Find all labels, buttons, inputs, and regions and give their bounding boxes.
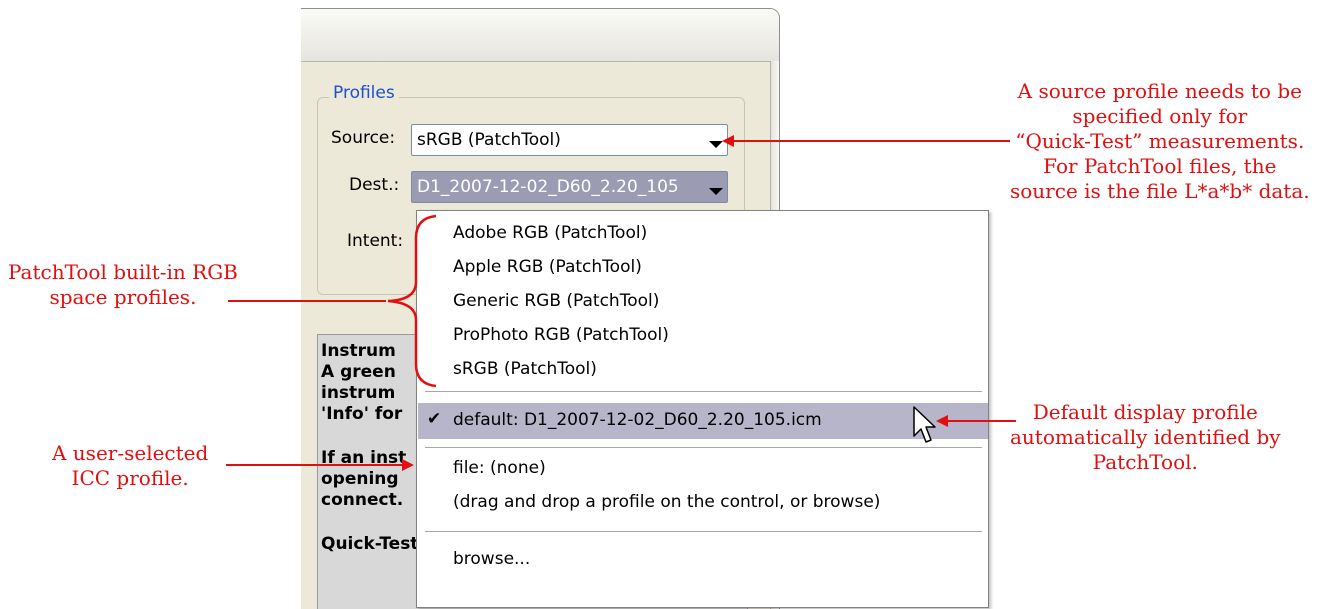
annotation-line: source is the file L*a*b* data. [1010, 179, 1310, 203]
builtin-annotation: PatchTool built-in RGB space profiles. [8, 260, 238, 310]
annotation-line: space profiles. [49, 285, 197, 309]
brace-icon [387, 214, 437, 388]
user-annotation: A user-selected ICC profile. [52, 441, 208, 491]
annotation-line: PatchTool. [1092, 450, 1198, 474]
annotation-line: For PatchTool files, the [1043, 154, 1277, 178]
default-annotation: Default display profile automatically id… [1010, 400, 1281, 475]
annotation-line: specified only for [1072, 104, 1248, 128]
annotation-line: automatically identified by [1010, 425, 1281, 449]
annotation-line: PatchTool built-in RGB [8, 260, 238, 284]
annotation-line: A user-selected [52, 441, 209, 465]
annotation-line: A source profile needs to be [1017, 79, 1302, 103]
source-annotation: A source profile needs to be specified o… [1010, 79, 1310, 204]
annotation-line: Default display profile [1032, 400, 1258, 424]
annotation-line: ICC profile. [71, 466, 189, 490]
annotation-line: “Quick-Test” measurements. [1015, 129, 1305, 153]
